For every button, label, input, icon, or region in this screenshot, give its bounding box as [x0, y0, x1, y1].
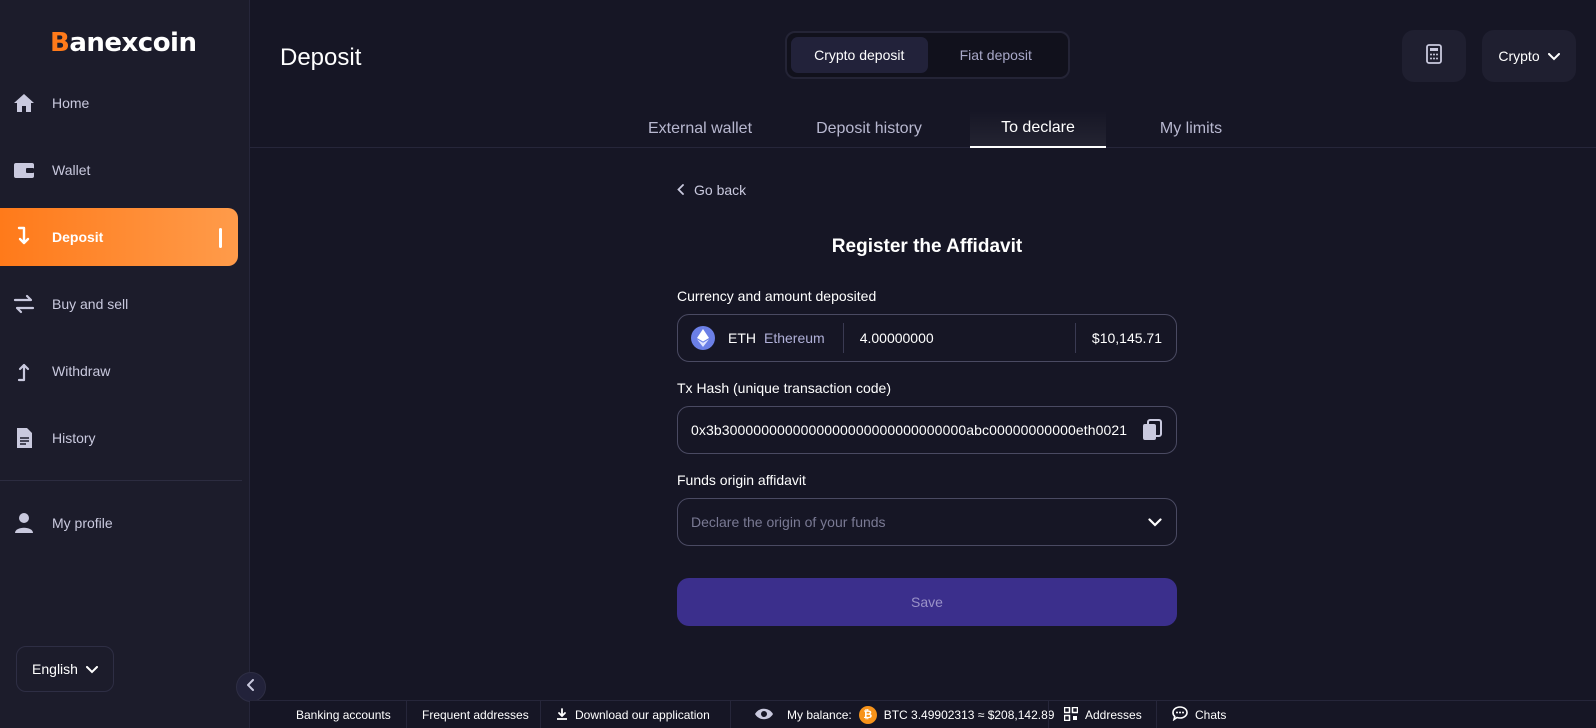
footer-separator [730, 701, 731, 728]
go-back-link[interactable]: Go back [677, 182, 746, 198]
tab-external-wallet[interactable]: External wallet [630, 110, 770, 148]
currency-amount-field: ETH Ethereum 4.00000000 $10,145.71 [677, 314, 1177, 362]
ethereum-icon [691, 326, 715, 350]
balance-display: My balance: ₿ BTC 3.49902313 ≈ $208,142.… [754, 701, 1054, 728]
field-separator [842, 323, 844, 353]
deposit-arrow-icon [12, 225, 36, 249]
home-icon [12, 91, 36, 115]
active-indicator [219, 228, 222, 248]
footer-separator [1156, 701, 1157, 728]
sidebar-divider [0, 480, 242, 481]
sidebar-item-label: Buy and sell [52, 296, 129, 312]
wallet-icon [12, 158, 36, 182]
deposit-type-toggle: Crypto deposit Fiat deposit [785, 31, 1070, 79]
tab-deposit-history[interactable]: Deposit history [790, 110, 948, 148]
sidebar-item-label: Wallet [52, 162, 91, 178]
go-back-label: Go back [694, 182, 747, 198]
eye-icon[interactable] [754, 708, 774, 723]
fiat-deposit-button[interactable]: Fiat deposit [928, 37, 1065, 73]
balance-value: BTC 3.49902313 ≈ $208,142.89 [883, 708, 1055, 722]
currency-code[interactable]: ETH [728, 330, 756, 346]
tab-my-limits[interactable]: My limits [1124, 110, 1258, 148]
deposit-tabs: External wallet Deposit history To decla… [250, 110, 1596, 148]
chat-bubble-icon [1172, 706, 1188, 724]
addresses-label: Addresses [1085, 708, 1142, 722]
language-selector[interactable]: English [16, 646, 114, 692]
sidebar-item-buy-and-sell[interactable]: Buy and sell [0, 275, 238, 333]
mode-selector-label: Crypto [1498, 48, 1540, 64]
calculator-icon [1426, 43, 1442, 69]
origin-label: Funds origin affidavit [677, 472, 806, 488]
origin-placeholder: Declare the origin of your funds [691, 514, 886, 530]
frequent-addresses-link[interactable]: Frequent addresses [422, 701, 529, 728]
chevron-down-icon [85, 661, 98, 677]
footer-separator [540, 701, 541, 728]
sidebar-item-label: Home [52, 95, 90, 111]
sidebar-item-home[interactable]: Home [0, 74, 238, 132]
form-title: Register the Affidavit [831, 236, 1023, 257]
swap-icon [12, 292, 36, 316]
tx-hash-label: Tx Hash (unique transaction code) [677, 380, 891, 396]
bitcoin-icon: ₿ [858, 706, 877, 724]
chevron-down-icon [1547, 48, 1560, 64]
tab-to-declare[interactable]: To declare [970, 110, 1106, 148]
chats-label: Chats [1195, 708, 1227, 722]
copy-icon[interactable] [1142, 419, 1162, 441]
footer-separator [1048, 701, 1049, 728]
tx-hash-input[interactable]: 0x3b3000000000000000000000000000000abc00… [691, 422, 1142, 438]
banking-accounts-label: Banking accounts [296, 708, 391, 722]
sidebar-item-label: Withdraw [52, 363, 111, 379]
currency-label: Currency and amount deposited [677, 288, 877, 304]
save-button[interactable]: Save [677, 578, 1177, 626]
withdraw-arrow-icon [12, 359, 36, 383]
amount-input[interactable]: 4.00000000 [860, 330, 1075, 346]
mode-selector[interactable]: Crypto [1482, 30, 1576, 82]
document-icon [12, 426, 36, 450]
user-icon [12, 511, 36, 535]
banking-accounts-link[interactable]: Banking accounts [296, 701, 391, 728]
chevron-down-icon [1148, 517, 1162, 527]
tx-hash-field[interactable]: 0x3b3000000000000000000000000000000abc00… [677, 406, 1177, 454]
sidebar-item-label: Deposit [52, 229, 104, 245]
page-title: Deposit [280, 44, 362, 71]
crypto-deposit-button[interactable]: Crypto deposit [791, 37, 928, 73]
footer-bar: Banking accounts Frequent addresses Down… [250, 700, 1596, 728]
chats-link[interactable]: Chats [1172, 701, 1226, 728]
sidebar-item-label: History [52, 430, 96, 446]
download-app-label: Download our application [575, 708, 710, 722]
download-icon [556, 707, 568, 723]
qr-code-icon [1063, 706, 1079, 724]
balance-label: My balance: [787, 708, 852, 722]
language-label: English [32, 661, 78, 677]
sidebar: Banexcoin Home Wallet Deposit Buy and se… [0, 0, 250, 728]
banexcoin-logo[interactable]: Banexcoin [50, 28, 197, 58]
funds-origin-select[interactable]: Declare the origin of your funds [677, 498, 1177, 546]
sidebar-item-deposit[interactable]: Deposit [0, 208, 238, 266]
sidebar-item-withdraw[interactable]: Withdraw [0, 342, 238, 400]
footer-separator [406, 701, 407, 728]
frequent-addresses-label: Frequent addresses [422, 708, 529, 722]
sidebar-item-my-profile[interactable]: My profile [0, 494, 238, 552]
download-app-link[interactable]: Download our application [556, 701, 710, 728]
chevron-left-icon [677, 182, 684, 198]
currency-name[interactable]: Ethereum [764, 330, 825, 346]
calculator-button[interactable] [1402, 30, 1466, 82]
collapse-sidebar-button[interactable] [236, 672, 266, 702]
addresses-link[interactable]: Addresses [1063, 701, 1142, 728]
sidebar-item-wallet[interactable]: Wallet [0, 141, 238, 199]
chevron-left-icon [246, 678, 255, 696]
usd-value: $10,145.71 [1091, 330, 1162, 346]
sidebar-item-label: My profile [52, 515, 113, 531]
sidebar-item-history[interactable]: History [0, 409, 238, 467]
